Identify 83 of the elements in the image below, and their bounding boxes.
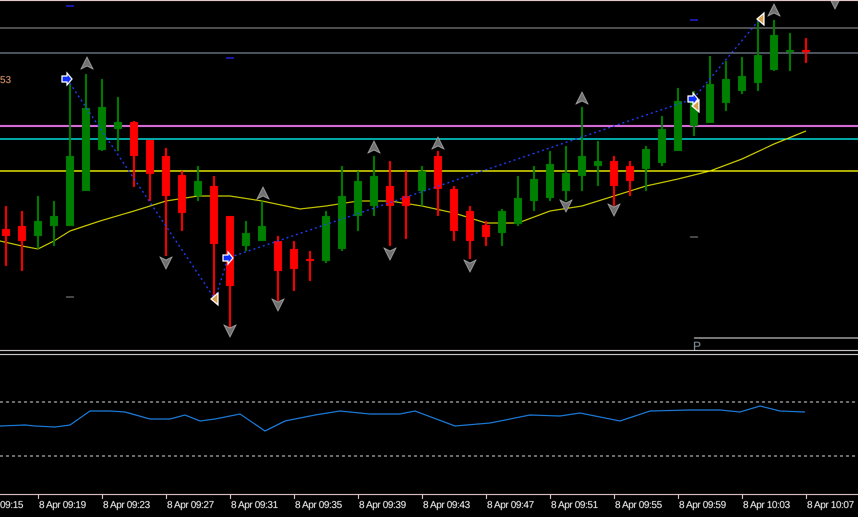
triangle-marker-icon bbox=[210, 292, 219, 306]
time-label: 8 Apr 09:27 bbox=[167, 500, 214, 511]
candlestick bbox=[194, 166, 202, 201]
candlestick bbox=[354, 171, 362, 231]
down-arrow-icon bbox=[559, 199, 573, 213]
down-arrow-icon bbox=[463, 259, 477, 273]
down-arrow-icon bbox=[383, 247, 397, 261]
up-arrow-icon bbox=[767, 3, 781, 17]
candlestick bbox=[642, 146, 650, 191]
candlestick bbox=[322, 211, 330, 263]
triangle-marker-icon bbox=[756, 12, 765, 26]
candlestick bbox=[498, 209, 506, 246]
candlestick bbox=[418, 166, 426, 206]
candlestick bbox=[738, 57, 746, 94]
candlestick bbox=[402, 171, 410, 239]
candlestick bbox=[306, 251, 314, 281]
up-arrow-icon bbox=[80, 56, 94, 70]
dash-mark bbox=[690, 236, 698, 238]
candlestick bbox=[18, 211, 26, 271]
time-label: 09:15 bbox=[0, 500, 24, 511]
candlestick bbox=[722, 61, 730, 111]
price-label: 53 bbox=[0, 75, 12, 86]
candlestick bbox=[530, 166, 538, 211]
down-arrow-icon bbox=[271, 298, 285, 312]
candlestick bbox=[290, 241, 298, 291]
candlestick bbox=[658, 116, 666, 166]
dash-mark bbox=[226, 57, 234, 59]
candlestick bbox=[50, 201, 58, 246]
dash-mark bbox=[66, 296, 74, 298]
triangle-marker-icon bbox=[691, 98, 700, 114]
down-arrow-icon bbox=[607, 203, 621, 217]
candlestick bbox=[546, 151, 554, 201]
candlestick bbox=[706, 56, 714, 123]
candlestick bbox=[114, 97, 122, 151]
candlestick bbox=[626, 161, 634, 196]
time-label: 8 Apr 09:59 bbox=[679, 500, 726, 511]
time-label: 8 Apr 10:07 bbox=[807, 500, 854, 511]
candlestick bbox=[562, 146, 570, 201]
arrow-marker-icon bbox=[61, 71, 73, 87]
candlestick bbox=[130, 121, 138, 187]
candlestick bbox=[370, 156, 378, 216]
candlestick bbox=[258, 201, 266, 241]
candlestick bbox=[2, 206, 10, 266]
time-label: 8 Apr 09:19 bbox=[39, 500, 86, 511]
candlestick bbox=[274, 236, 282, 301]
candlestick bbox=[482, 221, 490, 246]
candlestick bbox=[674, 88, 682, 151]
candlestick bbox=[514, 176, 522, 226]
time-label: 8 Apr 09:31 bbox=[231, 500, 278, 511]
candlestick bbox=[450, 186, 458, 241]
time-label: 8 Apr 09:51 bbox=[551, 500, 598, 511]
time-label: 8 Apr 09:47 bbox=[487, 500, 534, 511]
candlestick bbox=[434, 151, 442, 216]
candlestick bbox=[242, 221, 250, 251]
candlestick bbox=[770, 20, 778, 71]
up-arrow-icon bbox=[367, 140, 381, 154]
candlestick bbox=[802, 38, 810, 63]
up-arrow-icon bbox=[575, 91, 589, 105]
candlestick bbox=[178, 171, 186, 231]
candlestick bbox=[594, 141, 602, 186]
time-label: 8 Apr 09:35 bbox=[295, 500, 342, 511]
candlestick bbox=[34, 196, 42, 249]
up-arrow-icon bbox=[256, 186, 270, 200]
time-label: 8 Apr 09:55 bbox=[615, 500, 662, 511]
candlestick bbox=[754, 20, 762, 91]
candlestick bbox=[98, 79, 106, 151]
time-label: 8 Apr 10:03 bbox=[743, 500, 790, 511]
time-label: 8 Apr 09:43 bbox=[423, 500, 470, 511]
marker-label: P bbox=[693, 340, 702, 352]
candlestick bbox=[610, 156, 618, 206]
time-label: 8 Apr 09:39 bbox=[359, 500, 406, 511]
arrow-marker-icon bbox=[222, 250, 234, 266]
dash-mark bbox=[690, 19, 698, 21]
candlestick bbox=[146, 140, 154, 201]
down-arrow-icon bbox=[159, 256, 173, 270]
candlestick bbox=[786, 33, 794, 71]
dash-mark bbox=[66, 5, 74, 7]
candlestick bbox=[466, 206, 474, 259]
down-arrow-icon bbox=[223, 324, 237, 338]
arrow-marker-icon bbox=[687, 91, 699, 107]
time-label: 8 Apr 09:23 bbox=[103, 500, 150, 511]
up-arrow-icon bbox=[431, 136, 445, 150]
down-arrow-icon bbox=[828, 1, 842, 10]
